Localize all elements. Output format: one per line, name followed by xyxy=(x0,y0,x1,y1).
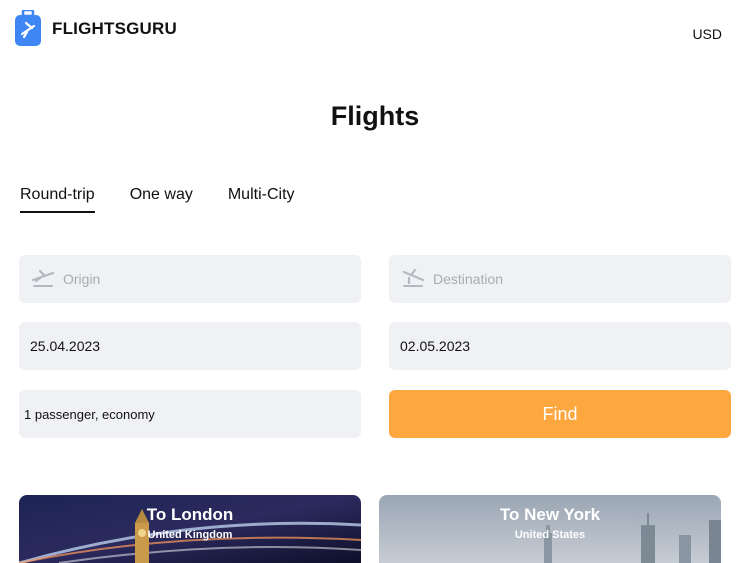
landing-icon xyxy=(402,269,425,287)
find-button[interactable]: Find xyxy=(389,390,731,438)
card-subtitle: United States xyxy=(514,529,586,541)
origin-placeholder: Origin xyxy=(63,271,101,287)
origin-input[interactable]: Origin xyxy=(19,255,361,303)
card-title: To London xyxy=(146,505,234,524)
currency-selector[interactable]: USD xyxy=(692,26,722,42)
passengers-field[interactable]: 1 passenger, economy xyxy=(19,390,361,438)
brand-name: FLIGHTSGURU xyxy=(52,19,177,38)
depart-date-field[interactable]: 25.04.2023 xyxy=(19,322,361,370)
trip-type-tabs: Round-trip One way Multi-City xyxy=(20,186,330,213)
depart-date-value: 25.04.2023 xyxy=(30,338,101,354)
tab-round-trip[interactable]: Round-trip xyxy=(20,186,95,213)
page-title: Flights xyxy=(330,101,420,131)
tab-one-way[interactable]: One way xyxy=(130,186,193,213)
destination-input[interactable]: Destination xyxy=(389,255,731,303)
tab-multi-city[interactable]: Multi-City xyxy=(228,186,295,213)
card-subtitle: United Kingdom xyxy=(147,529,233,541)
takeoff-icon xyxy=(31,269,55,287)
brand-logo[interactable]: FLIGHTSGURU xyxy=(14,8,177,48)
destination-placeholder: Destination xyxy=(433,271,504,287)
return-date-value: 02.05.2023 xyxy=(400,338,471,354)
return-date-field[interactable]: 02.05.2023 xyxy=(389,322,731,370)
luggage-plane-icon xyxy=(14,8,42,48)
destination-card-new-york[interactable]: To New York United States xyxy=(379,495,721,563)
passengers-value: 1 passenger, economy xyxy=(24,406,155,422)
card-title: To New York xyxy=(499,505,601,524)
destination-card-london[interactable]: To London United Kingdom xyxy=(19,495,361,563)
